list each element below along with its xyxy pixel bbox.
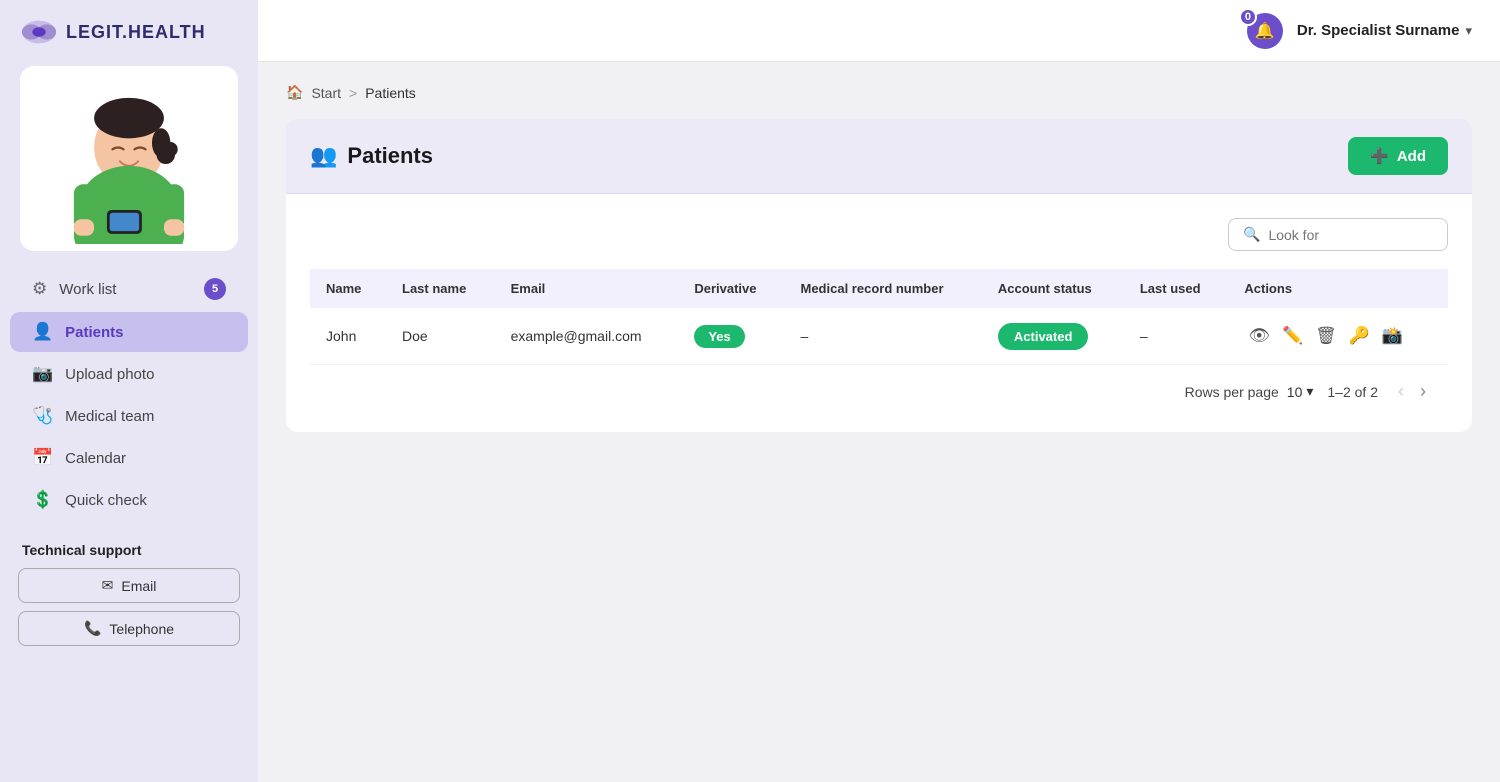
view-patient-button[interactable]: 👁 (1244, 322, 1274, 350)
worklist-icon: ⚙ (32, 279, 47, 299)
patients-icon: 👤 (32, 322, 53, 342)
col-derivative: Derivative (678, 269, 784, 308)
telephone-icon: 📞 (84, 620, 101, 637)
sidebar-item-label-medical-team: Medical team (65, 408, 154, 425)
cell-actions: 👁 ✏️ 🗑 🔑 📸 (1228, 308, 1448, 365)
add-patient-button[interactable]: ➕ Add (1348, 137, 1448, 175)
rows-per-page-chevron: ▾ (1306, 383, 1313, 400)
upload-icon: 📷 (32, 364, 53, 384)
patients-title-text: Patients (347, 143, 433, 169)
patients-title-icon: 👥 (310, 143, 337, 169)
pagination-row: Rows per page 10 ▾ 1–2 of 2 ‹ › (310, 365, 1448, 408)
search-input[interactable] (1268, 227, 1433, 243)
page-title: 👥 Patients (310, 143, 433, 169)
rows-per-page-label: Rows per page (1185, 384, 1279, 400)
sidebar-item-label-calendar: Calendar (65, 450, 126, 467)
patients-card: 👥 Patients ➕ Add 🔍 (286, 119, 1472, 432)
sidebar-item-patients[interactable]: 👤 Patients (10, 312, 248, 352)
col-last-used: Last used (1124, 269, 1229, 308)
bell-icon: 🔔 (1255, 21, 1275, 41)
sidebar-item-label-work-list: Work list (59, 281, 116, 298)
sidebar-item-label-upload-photo: Upload photo (65, 366, 154, 383)
worklist-badge: 5 (204, 278, 226, 300)
col-email: Email (495, 269, 679, 308)
pagination-info: 1–2 of 2 (1327, 384, 1378, 400)
telephone-support-button[interactable]: 📞 Telephone (18, 611, 240, 646)
breadcrumb: 🏠 Start > Patients (286, 84, 1472, 101)
technical-support-title: Technical support (18, 542, 240, 558)
content-area: 🏠 Start > Patients 👥 Patients ➕ Add (258, 62, 1500, 782)
rows-per-page-value: 10 (1287, 384, 1303, 400)
table-header: Name Last name Email Derivative Medical … (310, 269, 1448, 308)
sidebar-item-quick-check[interactable]: 💲 Quick check (10, 480, 248, 520)
rows-per-page: Rows per page 10 ▾ (1185, 383, 1314, 400)
brand-name: LEGIT.HEALTH (66, 22, 206, 43)
email-support-button[interactable]: ✉ Email (18, 568, 240, 603)
cell-email: example@gmail.com (495, 308, 679, 365)
col-medical-record: Medical record number (785, 269, 982, 308)
user-avatar (20, 66, 238, 251)
sidebar-item-work-list[interactable]: ⚙ Work list 5 (10, 268, 248, 310)
home-icon: 🏠 (286, 84, 303, 101)
col-last-name: Last name (386, 269, 495, 308)
pagination-buttons: ‹ › (1392, 379, 1432, 404)
key-patient-button[interactable]: 🔑 (1345, 322, 1374, 350)
breadcrumb-separator: > (349, 85, 357, 101)
breadcrumb-home[interactable]: Start (311, 85, 341, 101)
derivative-badge: Yes (694, 325, 744, 348)
notification-button[interactable]: 0 🔔 (1247, 13, 1283, 49)
medical-team-icon: 🩺 (32, 406, 53, 426)
email-support-label: Email (121, 578, 156, 594)
sidebar-item-medical-team[interactable]: 🩺 Medical team (10, 396, 248, 436)
logo: LEGIT.HEALTH (0, 0, 258, 56)
breadcrumb-current: Patients (365, 85, 416, 101)
search-box: 🔍 (1228, 218, 1448, 251)
sidebar-item-label-quick-check: Quick check (65, 492, 147, 509)
user-menu[interactable]: Dr. Specialist Surname ▾ (1297, 22, 1472, 39)
sidebar-item-label-patients: Patients (65, 324, 123, 341)
chevron-down-icon: ▾ (1465, 23, 1472, 39)
quick-check-icon: 💲 (32, 490, 53, 510)
account-status-badge: Activated (998, 323, 1089, 350)
topbar: 0 🔔 Dr. Specialist Surname ▾ (258, 0, 1500, 62)
sidebar: LEGIT.HEALTH (0, 0, 258, 782)
technical-support: Technical support ✉ Email 📞 Telephone (18, 542, 240, 654)
add-button-label: Add (1397, 148, 1426, 165)
email-icon: ✉ (102, 577, 114, 594)
search-icon: 🔍 (1243, 226, 1260, 243)
col-actions: Actions (1228, 269, 1448, 308)
pagination-next-button[interactable]: › (1414, 379, 1432, 404)
pagination-prev-button[interactable]: ‹ (1392, 379, 1410, 404)
cell-name: John (310, 308, 386, 365)
sidebar-item-upload-photo[interactable]: 📷 Upload photo (10, 354, 248, 394)
user-name: Dr. Specialist Surname (1297, 22, 1460, 39)
patients-table: Name Last name Email Derivative Medical … (310, 269, 1448, 365)
col-account-status: Account status (982, 269, 1124, 308)
table-row: John Doe example@gmail.com Yes – Activat… (310, 308, 1448, 365)
telephone-support-label: Telephone (109, 621, 174, 637)
cell-last-used: – (1124, 308, 1229, 365)
action-buttons: 👁 ✏️ 🗑 🔑 📸 (1244, 322, 1432, 350)
notification-count: 0 (1239, 8, 1257, 26)
cell-account-status: Activated (982, 308, 1124, 365)
card-body: 🔍 Name Last name Email Derivative Medica… (286, 194, 1472, 432)
search-row: 🔍 (310, 218, 1448, 251)
card-header: 👥 Patients ➕ Add (286, 119, 1472, 194)
sidebar-item-calendar[interactable]: 📅 Calendar (10, 438, 248, 478)
sidebar-nav: ⚙ Work list 5 👤 Patients 📷 Upload photo … (0, 266, 258, 522)
add-icon: ➕ (1370, 147, 1389, 165)
rows-per-page-select[interactable]: 10 ▾ (1287, 383, 1314, 400)
main-content: 0 🔔 Dr. Specialist Surname ▾ 🏠 Start > P… (258, 0, 1500, 782)
avatar-illustration (49, 74, 209, 244)
cell-medical-record: – (785, 308, 982, 365)
delete-patient-button[interactable]: 🗑 (1311, 322, 1341, 350)
col-name: Name (310, 269, 386, 308)
edit-patient-button[interactable]: ✏️ (1278, 322, 1307, 350)
logo-icon (20, 18, 58, 46)
cell-last-name: Doe (386, 308, 495, 365)
table-body: John Doe example@gmail.com Yes – Activat… (310, 308, 1448, 365)
cell-derivative: Yes (678, 308, 784, 365)
calendar-icon: 📅 (32, 448, 53, 468)
camera-patient-button[interactable]: 📸 (1378, 322, 1407, 350)
